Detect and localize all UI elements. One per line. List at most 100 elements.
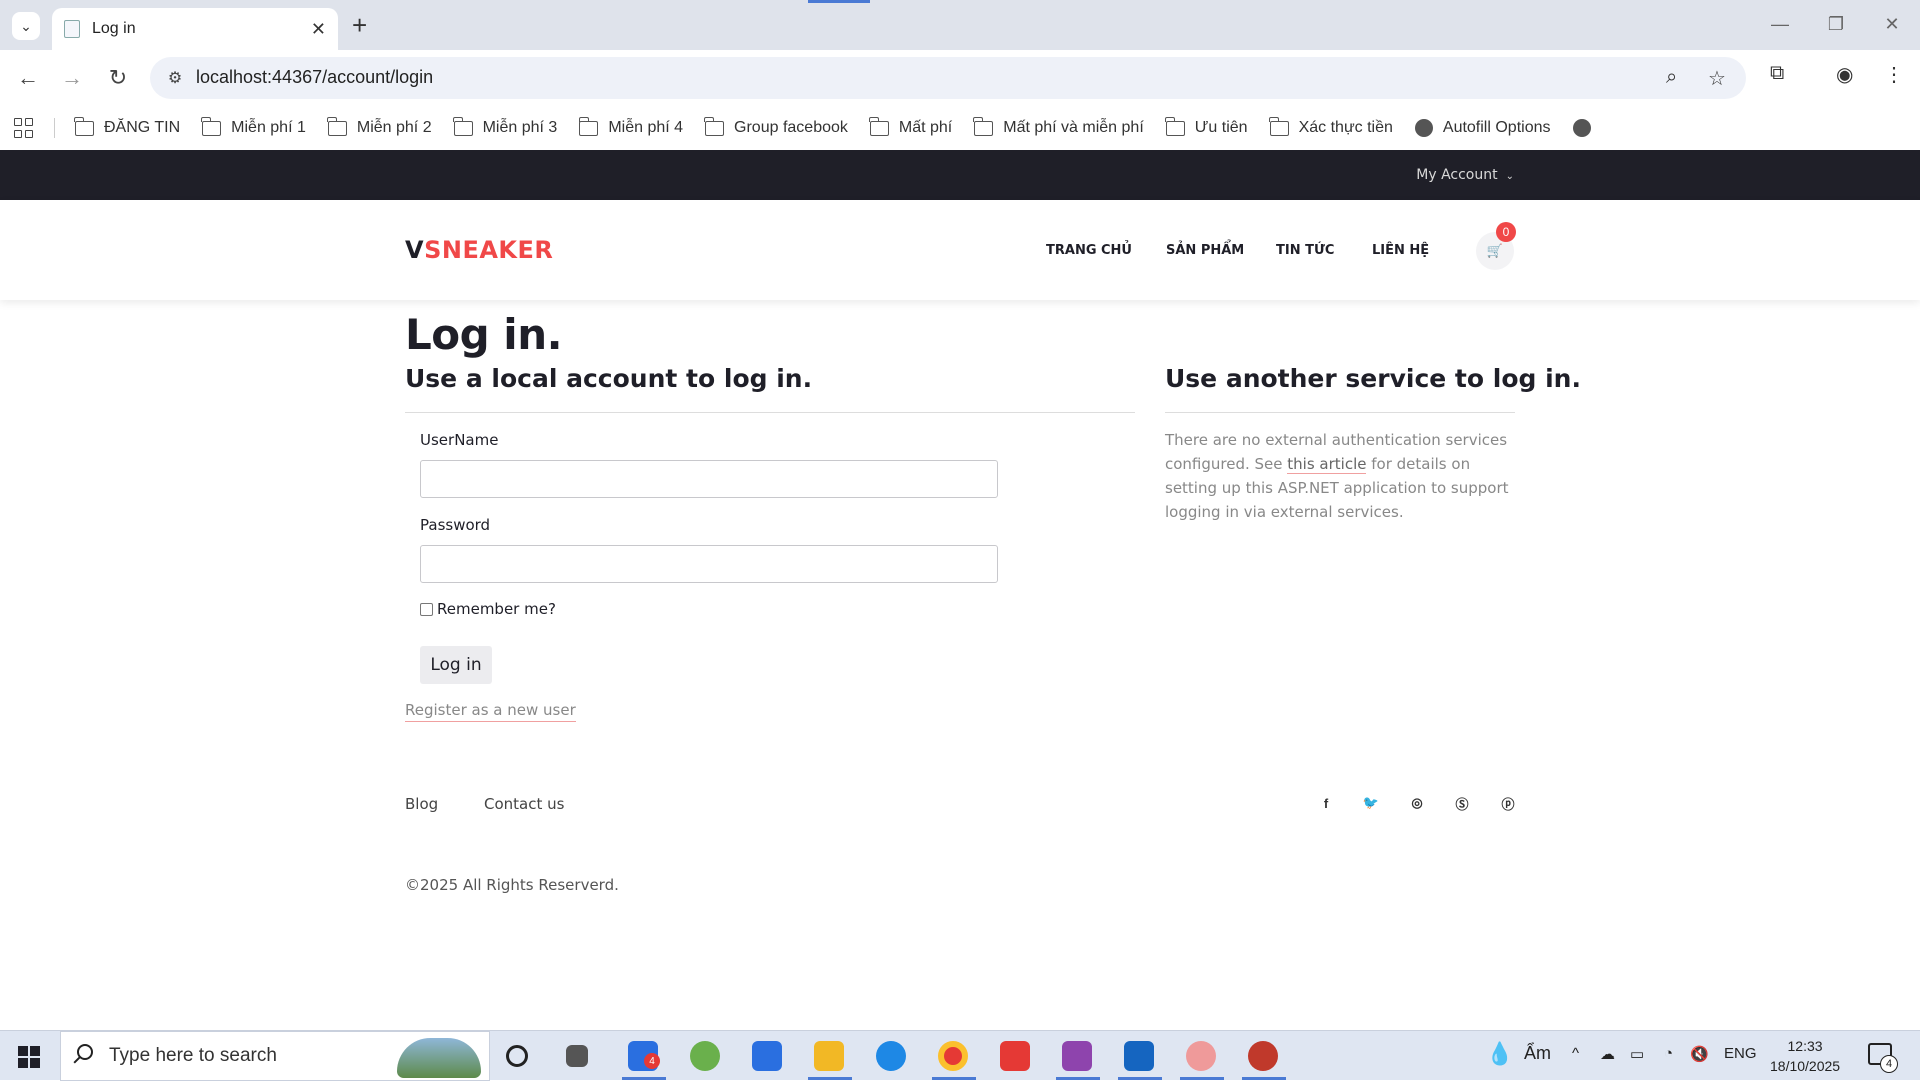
cart-icon: 🛒: [1486, 243, 1504, 258]
nav-news[interactable]: TIN TỨC: [1276, 243, 1334, 258]
language-indicator[interactable]: ENG: [1724, 1045, 1757, 1062]
bookmark-folder[interactable]: ĐĂNG TIN: [74, 116, 180, 137]
external-login-heading: Use another service to log in.: [1165, 364, 1581, 393]
facebook-icon[interactable]: f: [1318, 794, 1334, 812]
time: 12:33: [1787, 1038, 1823, 1054]
visual-studio-icon[interactable]: [1062, 1041, 1092, 1071]
onedrive-icon[interactable]: ☁: [1600, 1045, 1615, 1063]
back-button[interactable]: ←: [12, 62, 44, 94]
tab-search-button[interactable]: ⌄: [12, 12, 40, 40]
close-icon[interactable]: ✕: [311, 19, 326, 40]
speaker-muted-icon[interactable]: 🔇: [1690, 1045, 1709, 1063]
database-icon[interactable]: [1124, 1041, 1154, 1071]
login-button[interactable]: Log in: [420, 646, 492, 684]
app-icon[interactable]: [690, 1041, 720, 1071]
windows-start-icon[interactable]: [18, 1046, 40, 1068]
clock[interactable]: 12:33 18/10/2025: [1770, 1036, 1840, 1076]
url-text[interactable]: localhost:44367/account/login: [196, 67, 433, 88]
file-explorer-icon[interactable]: [814, 1041, 844, 1071]
site-info-icon[interactable]: ⚙: [164, 67, 186, 89]
divider: [405, 412, 1135, 413]
zoom-icon[interactable]: ⌕: [1666, 66, 1677, 89]
bookmark-folder[interactable]: Miễn phí 1: [201, 116, 306, 137]
chrome-icon[interactable]: [938, 1041, 968, 1071]
browser-tab[interactable]: Log in ✕: [52, 8, 338, 50]
wifi-icon[interactable]: ◔: [1664, 1045, 1673, 1062]
wps-icon[interactable]: [1000, 1041, 1030, 1071]
password-input[interactable]: [420, 545, 998, 583]
forward-button[interactable]: →: [56, 62, 88, 94]
date: 18/10/2025: [1770, 1058, 1841, 1074]
cart-count-badge: 0: [1496, 222, 1516, 242]
bookmark-folder[interactable]: Mất phí và miễn phí: [973, 116, 1144, 137]
app-icon[interactable]: [1248, 1041, 1278, 1071]
window-controls: — ❐ ✕: [1752, 0, 1920, 48]
site-logo[interactable]: VSNEAKER: [405, 236, 553, 264]
bookmark-folder[interactable]: Xác thực tiền: [1268, 116, 1393, 137]
globe-icon: [1414, 119, 1433, 137]
restore-button[interactable]: ❐: [1808, 0, 1864, 48]
instagram-icon[interactable]: ◎: [1409, 794, 1425, 812]
folder-icon: [578, 116, 599, 136]
browser-tab-bar: ⌄ Log in ✕ + — ❐ ✕: [0, 0, 1920, 50]
username-input[interactable]: [420, 460, 998, 498]
chevron-up-icon[interactable]: ^: [1572, 1045, 1579, 1062]
bookmark-folder[interactable]: Miễn phí 3: [452, 116, 557, 137]
register-link[interactable]: Register as a new user: [405, 701, 576, 722]
bookmark-star-icon[interactable]: ☆: [1708, 66, 1726, 91]
task-view-icon[interactable]: [566, 1045, 588, 1067]
mail-icon[interactable]: [752, 1041, 782, 1071]
extensions-icon[interactable]: ⧉: [1770, 62, 1784, 85]
bookmark-link[interactable]: Autofill Options: [1414, 119, 1551, 137]
bookmark-folder[interactable]: Miễn phí 2: [327, 116, 432, 137]
page-icon: [64, 20, 80, 38]
new-tab-button[interactable]: +: [352, 10, 367, 41]
copyright: ©2025 All Rights Reserverd.: [405, 876, 619, 894]
nav-contact[interactable]: LIÊN HỆ: [1372, 243, 1429, 258]
apps-icon[interactable]: [14, 118, 34, 138]
footer-blog-link[interactable]: Blog: [405, 795, 438, 813]
nav-home[interactable]: TRANG CHỦ: [1046, 243, 1132, 258]
battery-icon[interactable]: ▭: [1630, 1045, 1644, 1063]
close-window-button[interactable]: ✕: [1864, 0, 1920, 48]
skype-icon[interactable]: Ⓢ: [1454, 794, 1470, 812]
twitter-icon[interactable]: 🐦: [1363, 794, 1379, 812]
taskbar-search[interactable]: Type here to search: [60, 1031, 490, 1081]
nav-products[interactable]: SẢN PHẨM: [1166, 243, 1244, 258]
divider: [54, 118, 55, 138]
site-topbar: My Account ⌄: [0, 150, 1920, 200]
bookmark-folder[interactable]: Ưu tiên: [1164, 116, 1248, 137]
weather-icon[interactable]: 💧: [1486, 1041, 1513, 1067]
cortana-icon[interactable]: [506, 1045, 528, 1067]
address-bar[interactable]: ⚙ localhost:44367/account/login ⌕ ☆: [150, 57, 1746, 99]
search-highlight-image: [397, 1038, 481, 1078]
folder-icon: [74, 116, 94, 136]
folder-icon: [1268, 116, 1289, 136]
bookmarks-bar: ĐĂNG TIN Miễn phí 1 Miễn phí 2 Miễn phí …: [0, 106, 1920, 150]
bookmark-folder[interactable]: Mất phí: [869, 116, 952, 137]
menu-icon[interactable]: ⋮: [1884, 62, 1904, 87]
footer-contact-link[interactable]: Contact us: [484, 795, 564, 813]
bookmark-link[interactable]: [1572, 119, 1601, 137]
minimize-button[interactable]: —: [1752, 0, 1808, 48]
globe-icon: [1572, 119, 1591, 137]
folder-icon: [201, 116, 222, 136]
chevron-down-icon: ⌄: [1505, 171, 1514, 182]
snipping-tool-icon[interactable]: [1186, 1041, 1216, 1071]
divider: [1165, 412, 1515, 413]
remember-me[interactable]: Remember me?: [420, 600, 556, 618]
remember-checkbox[interactable]: [420, 602, 433, 616]
profile-icon[interactable]: ◉: [1836, 62, 1853, 87]
search-placeholder: Type here to search: [109, 1045, 277, 1066]
my-account-menu[interactable]: My Account ⌄: [1416, 167, 1514, 183]
reload-button[interactable]: ↻: [102, 62, 134, 94]
username-label: UserName: [420, 431, 499, 449]
pinterest-icon[interactable]: ⓟ: [1500, 794, 1516, 812]
bookmark-folder[interactable]: Miễn phí 4: [578, 116, 683, 137]
article-link[interactable]: this article: [1287, 455, 1367, 474]
folder-icon: [973, 116, 994, 136]
browser-toolbar: ← → ↻ ⚙ localhost:44367/account/login ⌕ …: [0, 50, 1920, 106]
bookmark-folder[interactable]: Group facebook: [704, 116, 848, 137]
weather-text[interactable]: Ẩm: [1524, 1043, 1551, 1064]
edge-icon[interactable]: [876, 1041, 906, 1071]
